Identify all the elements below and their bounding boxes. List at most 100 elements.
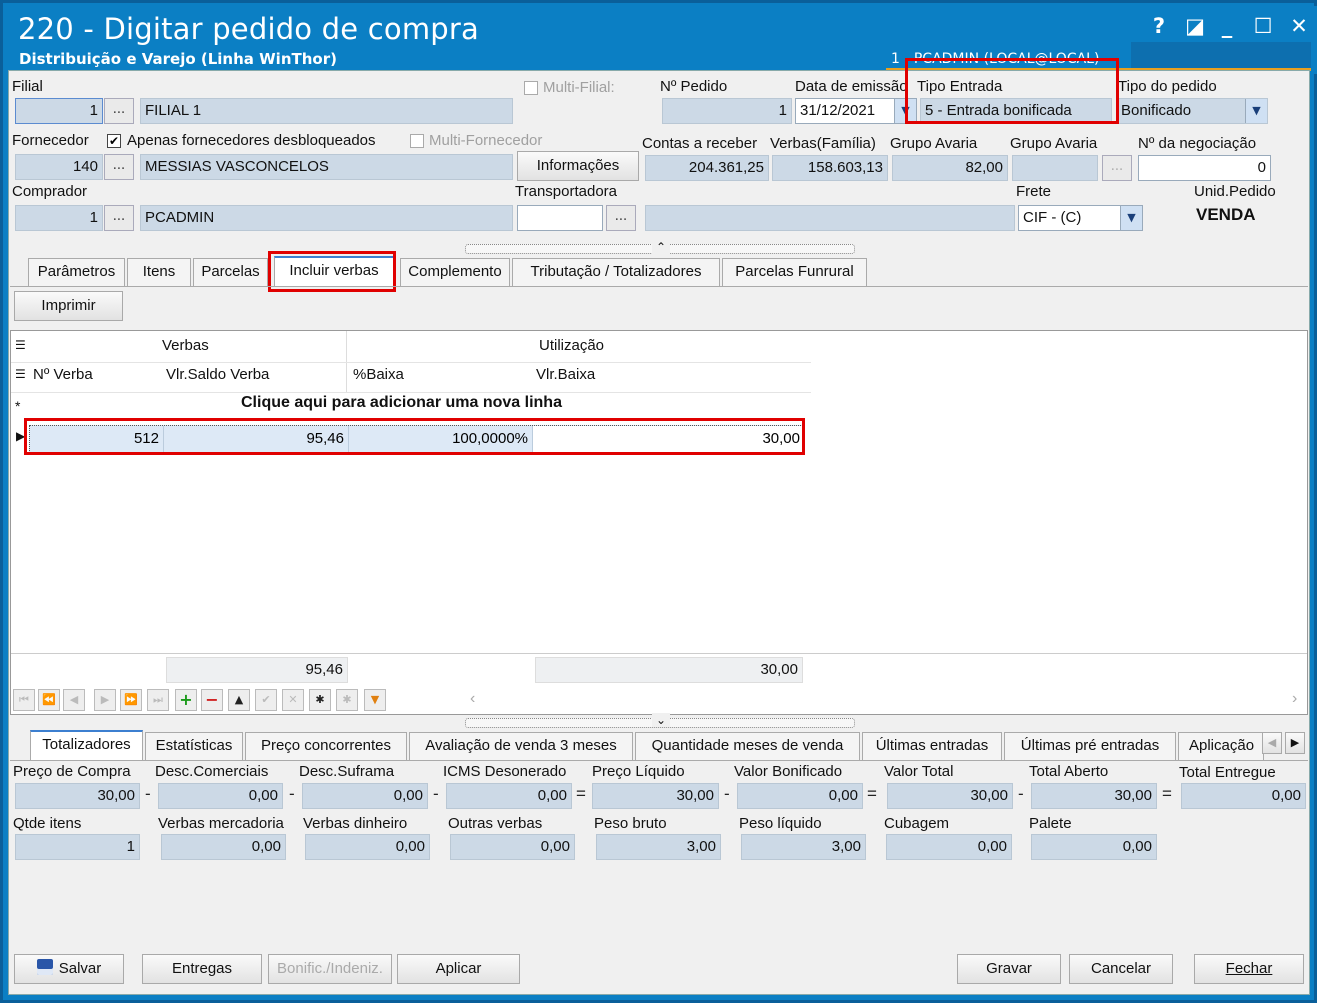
nav-next-page-icon[interactable]: ⏩ <box>120 689 142 711</box>
table-row[interactable]: 512 95,46 100,0000% 30,00 <box>29 425 805 453</box>
tab-complemento[interactable]: Complemento <box>400 258 510 286</box>
informacoes-button[interactable]: Informações <box>517 151 639 181</box>
nav-filter-icon[interactable]: ▼ <box>364 689 386 711</box>
nav-add-icon[interactable]: + <box>175 689 197 711</box>
transportadora-code-field[interactable] <box>517 205 603 231</box>
nav-prev-page-icon[interactable]: ⏪ <box>38 689 60 711</box>
desc-suframa-label: Desc.Suframa <box>299 763 395 780</box>
maximize-icon[interactable]: ☐ <box>1250 14 1276 38</box>
nav-up-icon[interactable]: ▲ <box>228 689 250 711</box>
salvar-label: Salvar <box>58 960 102 977</box>
nav-first-icon[interactable]: ⏮ <box>13 689 35 711</box>
verbas-mercadoria-label: Verbas mercadoria <box>158 815 284 832</box>
fechar-button[interactable]: Fechar <box>1194 954 1304 984</box>
tab-quantidade-meses[interactable]: Quantidade meses de venda <box>635 732 860 760</box>
minimize-icon[interactable]: _ <box>1214 14 1240 38</box>
row-indicator-icon: ▶ <box>16 429 26 443</box>
tabs-scroll-left-icon[interactable]: ◀ <box>1262 732 1282 754</box>
tab-avaliacao-venda[interactable]: Avaliação de venda 3 meses <box>409 732 633 760</box>
save-icon <box>36 959 53 975</box>
bottom-tab-divider <box>10 760 1308 761</box>
col-header-nverba[interactable]: Nº Verba <box>33 366 93 383</box>
minus-sign: - <box>289 784 295 803</box>
tab-totalizadores[interactable]: Totalizadores <box>30 730 143 760</box>
tab-divider <box>10 286 1308 287</box>
multi-fornecedor-checkbox[interactable] <box>410 134 424 148</box>
window-title: 220 - Digitar pedido de compra <box>18 12 479 46</box>
entregas-button[interactable]: Entregas <box>142 954 262 984</box>
tab-estatisticas[interactable]: Estatísticas <box>145 732 243 760</box>
tab-aplicacao[interactable]: Aplicação <box>1178 732 1264 760</box>
close-icon[interactable]: ✕ <box>1286 14 1312 38</box>
col-header-baixa-pct[interactable]: %Baixa <box>353 366 404 383</box>
negociacao-field[interactable]: 0 <box>1138 155 1271 181</box>
header-line <box>11 362 811 363</box>
new-row-hint[interactable]: Clique aqui para adicionar uma nova linh… <box>241 394 562 412</box>
nav-prev-icon[interactable]: ◀ <box>63 689 85 711</box>
fornecedor-search-button[interactable]: ... <box>104 154 134 180</box>
nav-refresh-icon[interactable]: ✱ <box>309 689 331 711</box>
col-header-vlbaixa[interactable]: Vlr.Baixa <box>536 366 595 383</box>
nav-next-icon[interactable]: ▶ <box>94 689 116 711</box>
comprador-search-button[interactable]: ... <box>104 205 134 231</box>
minus-sign: - <box>724 784 730 803</box>
tab-preco-concorrentes[interactable]: Preço concorrentes <box>245 732 407 760</box>
column-menu-icon[interactable]: ☰ <box>15 367 26 381</box>
calendar-dropdown-icon[interactable]: ▼ <box>894 99 916 123</box>
gravar-button[interactable]: Gravar <box>957 954 1061 984</box>
tab-parametros[interactable]: Parâmetros <box>28 258 125 286</box>
restore-layout-icon[interactable]: ◪ <box>1182 14 1208 38</box>
tab-tributacao[interactable]: Tributação / Totalizadores <box>512 258 720 286</box>
band-menu-icon[interactable]: ☰ <box>15 338 26 352</box>
frete-dropdown-icon[interactable]: ▼ <box>1120 206 1142 230</box>
nav-last-icon[interactable]: ⏭ <box>147 689 169 711</box>
fornecedor-code-field[interactable]: 140 <box>15 154 103 180</box>
tabs-scroll-right-icon[interactable]: ▶ <box>1285 732 1305 754</box>
minus-sign: - <box>145 784 151 803</box>
filial-code-field[interactable]: 1 <box>15 98 103 124</box>
comprador-code-field[interactable]: 1 <box>15 205 103 231</box>
collapse-up-icon[interactable]: ⌃ <box>652 240 671 254</box>
total-aberto-field: 30,00 <box>1031 783 1157 809</box>
nav-bookmark-icon[interactable]: ✱ <box>336 689 358 711</box>
valor-total-label: Valor Total <box>884 763 954 780</box>
tab-itens[interactable]: Itens <box>127 258 191 286</box>
apenas-desbloq-checkbox[interactable]: ✔ <box>107 134 121 148</box>
tab-parcelas-funrural[interactable]: Parcelas Funrural <box>722 258 867 286</box>
help-icon[interactable]: ? <box>1146 14 1172 38</box>
filial-search-button[interactable]: ... <box>104 98 134 124</box>
grupo-avaria2-field[interactable] <box>1012 155 1098 181</box>
aplicar-button[interactable]: Aplicar <box>397 954 520 984</box>
bonific-button[interactable]: Bonific./Indeniz. <box>268 954 392 984</box>
cell-baixa-pct[interactable]: 100,0000% <box>349 426 533 452</box>
imprimir-button[interactable]: Imprimir <box>14 291 123 321</box>
transportadora-name-field <box>645 205 1015 231</box>
cancelar-button[interactable]: Cancelar <box>1069 954 1173 984</box>
tab-parcelas[interactable]: Parcelas <box>193 258 268 286</box>
tab-ultimas-pre-entradas[interactable]: Últimas pré entradas <box>1004 732 1176 760</box>
col-header-vlsaldo[interactable]: Vlr.Saldo Verba <box>166 366 269 383</box>
nav-delete-icon[interactable]: − <box>201 689 223 711</box>
scroll-right-icon[interactable]: › <box>1292 690 1297 708</box>
tab-ultimas-entradas[interactable]: Últimas entradas <box>862 732 1002 760</box>
grupo-avaria-search-button[interactable]: ... <box>1102 155 1132 181</box>
tab-incluir-verbas[interactable]: Incluir verbas <box>274 256 394 286</box>
tipo-pedido-dropdown-icon[interactable]: ▼ <box>1245 99 1267 123</box>
preco-compra-label: Preço de Compra <box>13 763 131 780</box>
cell-vlsaldo[interactable]: 95,46 <box>164 426 349 452</box>
scroll-left-icon[interactable]: ‹ <box>470 690 475 708</box>
icms-field: 0,00 <box>446 783 572 809</box>
outras-verbas-field: 0,00 <box>450 834 575 860</box>
transportadora-search-button[interactable]: ... <box>606 205 636 231</box>
comprador-name-field: PCADMIN <box>140 205 513 231</box>
tipo-pedido-label: Tipo do pedido <box>1118 78 1217 95</box>
salvar-button[interactable]: Salvar <box>14 954 124 984</box>
nav-cancel-icon[interactable]: ✕ <box>282 689 304 711</box>
nav-post-icon[interactable]: ✔ <box>255 689 277 711</box>
multi-filial-checkbox[interactable] <box>524 81 538 95</box>
cell-vlbaixa[interactable]: 30,00 <box>533 426 804 452</box>
preco-liquido-field: 30,00 <box>592 783 719 809</box>
cell-nverba[interactable]: 512 <box>30 426 164 452</box>
tipo-entrada-field[interactable]: 5 - Entrada bonificada <box>920 98 1112 124</box>
collapse-down-icon[interactable]: ⌄ <box>652 713 671 727</box>
